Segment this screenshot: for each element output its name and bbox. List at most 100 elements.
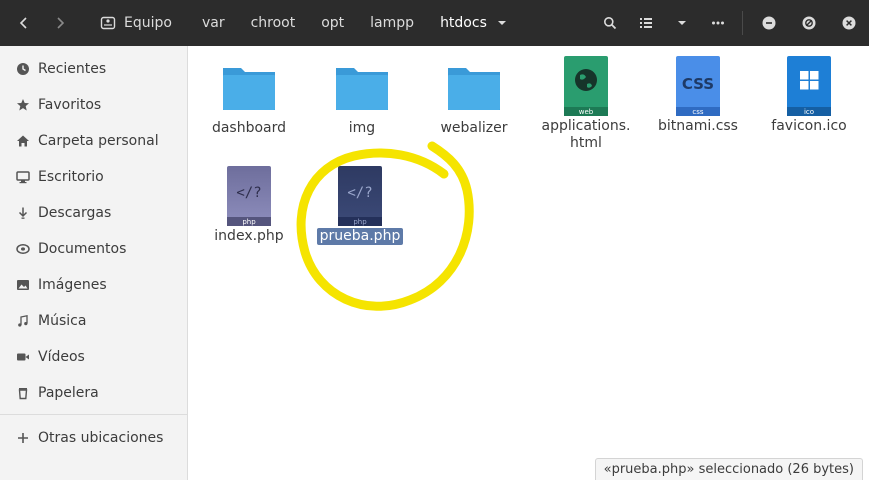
web-file-icon: web: [564, 56, 608, 116]
file-type-badge: web: [579, 108, 594, 116]
file-name: bitnami.css: [658, 118, 738, 134]
desktop-icon: [16, 171, 30, 184]
search-button[interactable]: [592, 0, 628, 46]
breadcrumb-label: htdocs: [440, 15, 487, 31]
download-icon: [18, 207, 28, 219]
search-icon: [604, 17, 617, 30]
video-icon: [17, 353, 29, 361]
breadcrumb-label: lampp: [370, 15, 415, 31]
status-text: «prueba.php» seleccionado (26 bytes): [603, 462, 854, 477]
chevron-right-icon: [57, 17, 65, 29]
image-icon: [17, 280, 29, 290]
header-bar: Equipo var chroot opt lampp htdocs: [0, 0, 869, 46]
sidebar-divider: [0, 414, 188, 415]
close-button[interactable]: [829, 0, 869, 46]
sidebar-item-label: Escritorio: [38, 169, 104, 185]
file-item-prueba-php[interactable]: </? php prueba.php: [304, 166, 416, 245]
sidebar-item-recientes[interactable]: Recientes: [0, 51, 188, 87]
minimize-icon: [762, 16, 776, 30]
breadcrumb-label: chroot: [250, 15, 296, 31]
php-glyph: </?: [236, 185, 261, 201]
documents-icon: [16, 244, 30, 254]
file-type-badge: css: [692, 108, 703, 116]
back-button[interactable]: [6, 0, 42, 46]
maximize-icon: [802, 16, 816, 30]
css-glyph: CSS: [682, 75, 714, 93]
sidebar-item-label: Descargas: [38, 205, 112, 221]
sidebar-item-label: Música: [38, 313, 87, 329]
view-options-button[interactable]: [664, 0, 700, 46]
clock-icon: [17, 63, 29, 75]
file-item-dashboard[interactable]: dashboard: [193, 58, 305, 137]
sidebar-item-otras-ubicaciones[interactable]: Otras ubicaciones: [0, 420, 188, 456]
sidebar-item-escritorio[interactable]: Escritorio: [0, 159, 188, 195]
file-name: favicon.ico: [771, 118, 847, 134]
breadcrumb-label: var: [201, 15, 225, 31]
file-name: prueba.php: [316, 228, 404, 245]
home-icon: [17, 135, 29, 147]
php-file-icon: </? php: [227, 166, 271, 226]
status-floating-bar: «prueba.php» seleccionado (26 bytes): [594, 458, 863, 480]
breadcrumb-item-lampp[interactable]: lampp: [362, 0, 432, 46]
maximize-button[interactable]: [789, 0, 829, 46]
file-item-bitnami-css[interactable]: CSS css bitnami.css: [642, 56, 754, 135]
file-item-webalizer[interactable]: webalizer: [418, 58, 530, 137]
php-glyph: </?: [347, 185, 372, 201]
music-icon: [18, 315, 28, 327]
close-icon: [842, 16, 856, 30]
view-list-button[interactable]: [628, 0, 664, 46]
css-file-icon: CSS css: [676, 56, 720, 116]
breadcrumb-item-opt[interactable]: opt: [313, 0, 362, 46]
folder-icon: [223, 68, 275, 110]
php-file-icon: </? php: [338, 166, 382, 226]
file-type-badge: php: [242, 218, 256, 226]
chevron-down-icon: [497, 21, 506, 25]
sidebar-item-label: Vídeos: [38, 349, 85, 365]
file-item-applications-html[interactable]: web applications. html: [530, 56, 642, 152]
file-type-badge: php: [353, 218, 367, 226]
chevron-down-icon: [678, 21, 686, 25]
sidebar-item-musica[interactable]: Música: [0, 303, 188, 339]
breadcrumb-item-htdocs[interactable]: htdocs: [432, 0, 525, 46]
breadcrumb-item-equipo[interactable]: Equipo: [100, 0, 190, 46]
sidebar-item-carpeta-personal[interactable]: Carpeta personal: [0, 123, 188, 159]
sidebar-item-label: Papelera: [38, 385, 99, 401]
file-type-badge: ico: [804, 108, 814, 116]
menu-button[interactable]: [700, 0, 736, 46]
sidebar-item-videos[interactable]: Vídeos: [0, 339, 188, 375]
breadcrumb-label: Equipo: [124, 15, 172, 31]
file-item-img[interactable]: img: [306, 58, 418, 137]
sidebar-item-favoritos[interactable]: Favoritos: [0, 87, 188, 123]
file-name: index.php: [214, 228, 284, 244]
folder-icon: [336, 68, 388, 110]
sidebar-item-descargas[interactable]: Descargas: [0, 195, 188, 231]
minimize-button[interactable]: [749, 0, 789, 46]
sidebar-item-label: Imágenes: [38, 277, 107, 293]
toolbar-separator: [742, 11, 743, 35]
sidebar-item-label: Documentos: [38, 241, 127, 257]
sidebar-item-papelera[interactable]: Papelera: [0, 375, 188, 411]
sidebar-item-imagenes[interactable]: Imágenes: [0, 267, 188, 303]
header-tools: [592, 0, 869, 46]
chevron-left-icon: [19, 17, 27, 29]
sidebar-item-label: Favoritos: [38, 97, 102, 113]
list-icon: [640, 18, 652, 28]
breadcrumb-item-chroot[interactable]: chroot: [243, 0, 314, 46]
file-name: img: [348, 120, 376, 136]
forward-button[interactable]: [42, 0, 78, 46]
star-icon: [17, 99, 29, 111]
file-name: dashboard: [211, 120, 287, 136]
folder-icon: [448, 68, 500, 110]
sidebar-item-label: Carpeta personal: [38, 133, 159, 149]
sidebar: Recientes Favoritos Carpeta personal Esc…: [0, 46, 188, 480]
breadcrumb-item-var[interactable]: var: [190, 0, 243, 46]
sidebar-item-documentos[interactable]: Documentos: [0, 231, 188, 267]
file-item-favicon-ico[interactable]: ico favicon.ico: [753, 56, 865, 135]
more-icon: [712, 21, 724, 25]
file-item-index-php[interactable]: </? php index.php: [193, 166, 305, 245]
breadcrumb-label: opt: [321, 15, 345, 31]
ico-file-icon: ico: [787, 56, 831, 116]
sidebar-item-label: Otras ubicaciones: [38, 430, 164, 446]
trash-icon: [18, 388, 28, 400]
file-name: applications. html: [541, 118, 631, 151]
